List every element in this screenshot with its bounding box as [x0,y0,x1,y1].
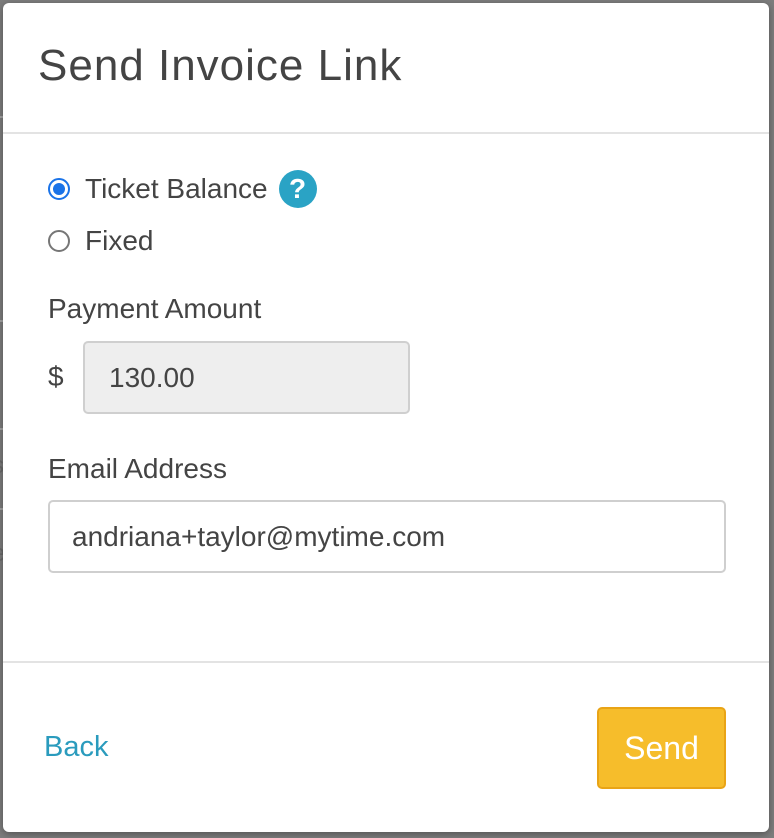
radio-button-fixed[interactable] [48,230,70,252]
email-address-input[interactable] [48,500,726,573]
send-invoice-modal: Send Invoice Link Ticket Balance ? Fixed… [3,3,769,832]
modal-title: Send Invoice Link [38,41,403,90]
email-address-label: Email Address [48,453,227,484]
radio-selected-dot [53,183,65,195]
footer-divider [3,661,769,663]
radio-label-fixed[interactable]: Fixed [85,225,153,257]
radio-option-fixed[interactable]: Fixed [48,225,153,257]
help-icon[interactable]: ? [278,170,317,208]
radio-option-ticket-balance[interactable]: Ticket Balance ? [48,170,317,208]
payment-amount-label: Payment Amount [48,293,262,324]
back-link[interactable]: Back [44,731,108,764]
send-button[interactable]: Send [597,707,726,789]
radio-label-ticket-balance[interactable]: Ticket Balance [85,173,268,205]
currency-symbol: $ [48,361,64,392]
payment-amount-input[interactable] [83,341,410,414]
radio-button-ticket-balance[interactable] [48,178,70,200]
modal-header: Send Invoice Link [3,3,769,134]
